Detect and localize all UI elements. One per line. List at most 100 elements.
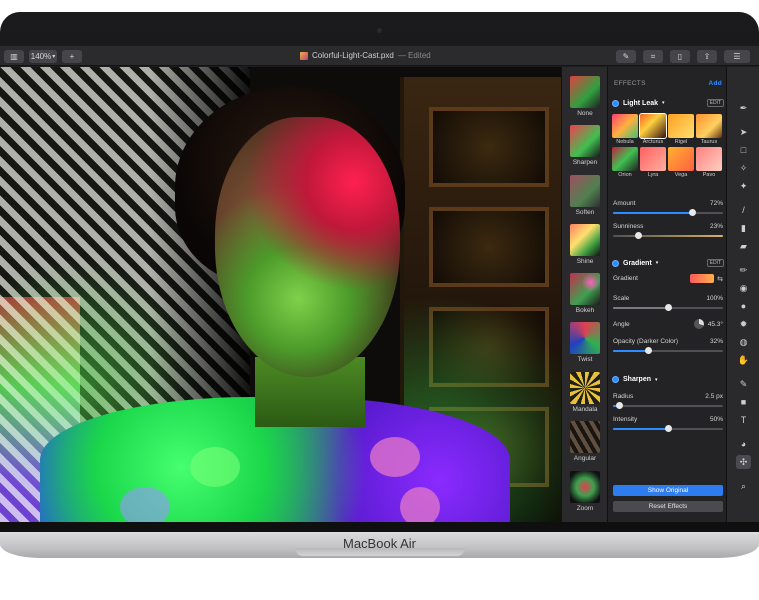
preset-zoom[interactable]: Zoom	[568, 471, 602, 512]
preset-label: Twist	[577, 356, 593, 363]
magic-wand-icon[interactable]: ✦	[736, 179, 751, 193]
sunniness-value: 23%	[709, 223, 723, 230]
eraser-icon[interactable]: ▰	[736, 239, 751, 253]
swatch-lyra[interactable]: Lyra	[640, 147, 666, 178]
preset-sharpen[interactable]: Sharpen	[568, 125, 602, 166]
rectangle-select-icon[interactable]: □	[736, 143, 751, 157]
swatch-rigel[interactable]: Rigel	[668, 114, 694, 145]
preset-angular[interactable]: Angular	[568, 421, 602, 462]
share-button[interactable]: ⇪	[697, 50, 717, 63]
lasso-icon[interactable]: ✧	[736, 161, 751, 175]
subject-face	[215, 117, 400, 377]
pen-nib-icon[interactable]: ✒	[736, 101, 751, 115]
circle-blur-icon[interactable]: ●	[736, 299, 751, 313]
add-effect-button[interactable]: Add	[708, 80, 722, 87]
pen-icon[interactable]: ✎	[736, 377, 751, 391]
sharpen-title[interactable]: Sharpen	[623, 376, 651, 383]
swatch-arcturus[interactable]: Arcturus	[639, 113, 667, 145]
preset-none[interactable]: None	[568, 76, 602, 117]
chevron-down-icon: ▾	[52, 54, 56, 60]
tool-rail: ✒ ➤ □ ✧ ✦ / ▮ ▰ ✏ ◉ ● ✹ ◍ ✋ ✎ ■ T ◕ ✣ ⌕	[726, 67, 759, 522]
opacity-row: Opacity (Darker Color) 32%	[613, 338, 723, 345]
preset-shine[interactable]: Shine	[568, 224, 602, 265]
light-icon[interactable]: ✹	[736, 317, 751, 331]
clone-icon[interactable]: ◉	[736, 281, 751, 295]
light-leak-edit-button[interactable]: EDIT	[706, 99, 724, 107]
light-leak-title[interactable]: Light Leak	[623, 100, 658, 107]
swatch-vega[interactable]: Vega	[668, 147, 694, 178]
camera	[377, 28, 382, 33]
preset-label: Shine	[576, 258, 594, 265]
chevron-down-icon: ▾	[662, 100, 665, 106]
brush-icon[interactable]: /	[736, 203, 751, 217]
gradient-checkbox[interactable]	[612, 259, 619, 267]
swatch-taurus[interactable]: Taurus	[696, 114, 722, 145]
sunniness-slider[interactable]	[613, 232, 723, 239]
show-original-button[interactable]: Show Original	[613, 485, 723, 496]
gradient-edit-button[interactable]: EDIT	[706, 259, 724, 267]
color-fill-icon[interactable]: ◕	[736, 437, 751, 451]
preset-label: Angular	[573, 455, 597, 462]
swatch-pavo[interactable]: Pavo	[696, 147, 722, 178]
sidebar-toggle-button[interactable]: ▥	[4, 50, 24, 63]
sliders-icon: ☰	[733, 52, 741, 61]
brush-tool-button[interactable]: ✎	[616, 50, 636, 63]
slider-knob[interactable]	[635, 232, 643, 239]
reset-effects-button[interactable]: Reset Effects	[613, 501, 723, 512]
sharpen-section-header: Sharpen ▾	[612, 376, 724, 383]
add-layer-button[interactable]: +	[62, 50, 82, 63]
text-icon[interactable]: T	[736, 413, 751, 427]
zoom-search-icon[interactable]: ⌕	[736, 479, 751, 493]
shape-icon[interactable]: ■	[736, 395, 751, 409]
radius-label: Radius	[613, 393, 634, 400]
radius-slider[interactable]	[613, 402, 723, 409]
angle-label: Angle	[613, 320, 630, 328]
gradient-title[interactable]: Gradient	[623, 260, 652, 267]
document-button[interactable]: ▯	[670, 50, 690, 63]
sponge-icon[interactable]: ◍	[736, 335, 751, 349]
slider-knob[interactable]	[689, 209, 697, 216]
preset-mandala[interactable]: Mandala	[568, 372, 602, 413]
swatch-nebula[interactable]: Nebula	[612, 114, 638, 145]
sharpen-checkbox[interactable]	[612, 376, 619, 383]
scale-slider[interactable]	[613, 304, 723, 311]
sidebar-icon: ▥	[10, 52, 18, 61]
slider-knob[interactable]	[615, 402, 623, 409]
preset-bokeh[interactable]: Bokeh	[568, 273, 602, 314]
preset-twist[interactable]: Twist	[568, 322, 602, 363]
pencil-icon[interactable]: ✏	[736, 263, 751, 277]
angle-value: 45.3°	[707, 320, 723, 328]
light-leak-checkbox[interactable]	[612, 99, 619, 107]
preset-thumbnail	[570, 471, 600, 503]
gradient-swatch[interactable]	[690, 274, 715, 283]
preset-thumbnail	[570, 76, 600, 108]
angle-dial-icon[interactable]	[693, 319, 704, 329]
effects-tool-icon[interactable]: ✣	[736, 455, 751, 469]
preset-thumbnail	[570, 421, 600, 453]
zoom-dropdown[interactable]: 140% ▾	[29, 50, 57, 63]
toolbar: ▥ 140% ▾ + Colorful-Light-Cast.pxd — Edi…	[0, 46, 759, 66]
effects-header: EFFECTS Add	[614, 80, 722, 87]
slider-knob[interactable]	[665, 304, 672, 311]
bucket-icon[interactable]: ▮	[736, 221, 751, 235]
image-canvas[interactable]	[0, 67, 561, 522]
crop-button[interactable]: ⌗	[643, 50, 663, 63]
scale-row: Scale 100%	[613, 295, 723, 302]
amount-slider[interactable]	[613, 209, 723, 216]
intensity-slider[interactable]	[613, 425, 723, 432]
preset-soften[interactable]: Soften	[568, 175, 602, 216]
chevron-down-icon: ▾	[655, 376, 658, 383]
swap-icon[interactable]: ⇆	[717, 275, 723, 283]
swatch-orion[interactable]: Orion	[612, 147, 638, 178]
amount-row: Amount 72%	[613, 200, 723, 207]
arrow-pointer-icon[interactable]: ➤	[736, 125, 751, 139]
preset-label: Sharpen	[572, 159, 598, 166]
brush-icon: ✎	[622, 52, 630, 61]
slider-knob[interactable]	[665, 425, 672, 432]
adjust-button[interactable]: ☰	[724, 50, 750, 63]
intensity-value: 50%	[709, 416, 723, 423]
opacity-slider[interactable]	[613, 347, 723, 354]
slider-knob[interactable]	[645, 347, 653, 354]
window-title: Colorful-Light-Cast.pxd — Edited	[300, 51, 431, 60]
smudge-icon[interactable]: ✋	[736, 353, 751, 367]
